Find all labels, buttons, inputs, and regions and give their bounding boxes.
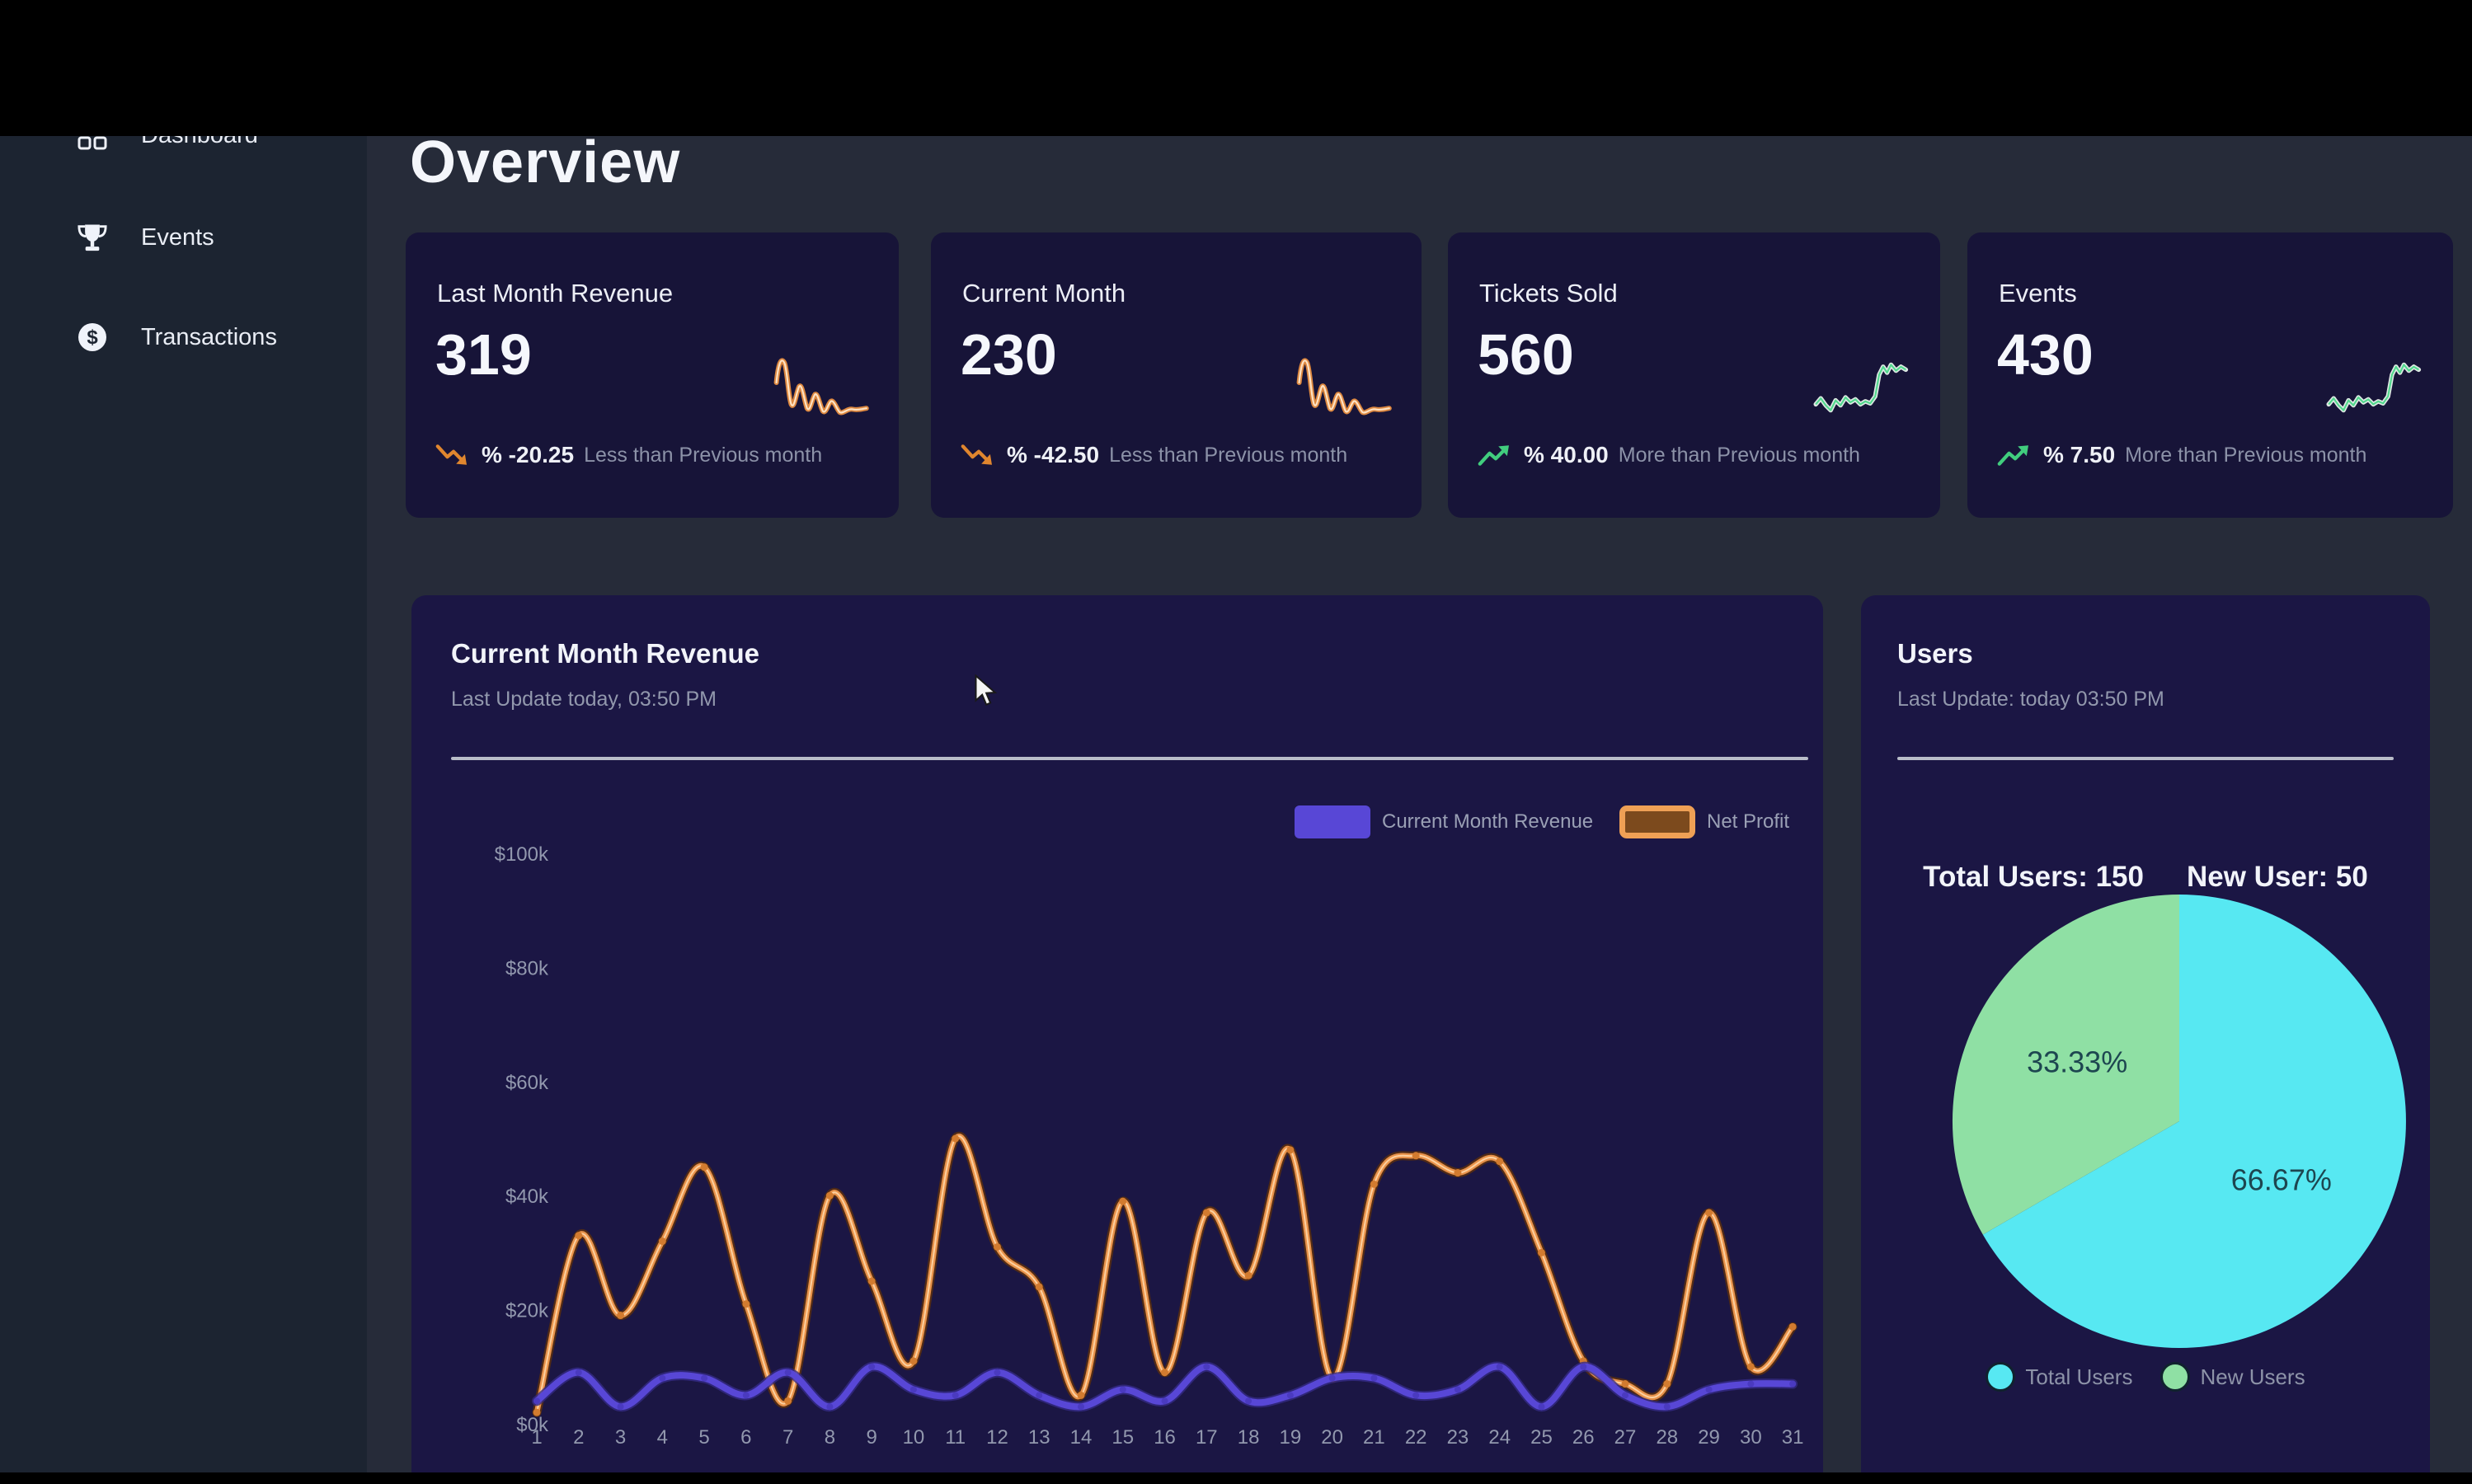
stat-card-value: 560 (1478, 322, 1574, 387)
stat-card-note: Less than Previous month (584, 444, 822, 467)
svg-text:9: 9 (866, 1426, 876, 1449)
svg-text:6: 6 (740, 1426, 751, 1449)
stat-card-percent: % 7.50 (2043, 442, 2115, 468)
stat-card-percent: % -42.50 (1007, 442, 1099, 468)
pie-legend-item-new-users[interactable]: New Users (2160, 1362, 2305, 1392)
svg-text:$100k: $100k (495, 843, 549, 866)
stat-card-note: More than Previous month (1619, 444, 1860, 467)
svg-text:22: 22 (1405, 1426, 1427, 1449)
stat-card-value: 430 (1997, 322, 2094, 387)
trend-down-icon (961, 442, 997, 468)
stat-card-last-month-revenue: Last Month Revenue 319 % -20.25 Less tha… (406, 232, 899, 518)
svg-text:25: 25 (1530, 1426, 1553, 1449)
page-title: Overview (410, 129, 680, 196)
pie-legend: Total Users New Users (1861, 1362, 2430, 1392)
revenue-line-chart: $0k$20k$40k$60k$80k$100k1234567891011121… (411, 595, 1823, 1472)
svg-text:$20k: $20k (505, 1300, 549, 1322)
top-black-bar (0, 0, 2472, 136)
total-users-dot-icon (1986, 1362, 2015, 1392)
stat-card-percent: % 40.00 (1524, 442, 1609, 468)
stat-card-events: Events 430 % 7.50 More than Previous mon… (1967, 232, 2453, 518)
svg-text:20: 20 (1321, 1426, 1343, 1449)
stat-card-title: Last Month Revenue (437, 279, 673, 308)
svg-text:16: 16 (1154, 1426, 1176, 1449)
svg-text:5: 5 (698, 1426, 709, 1449)
svg-text:13: 13 (1028, 1426, 1050, 1449)
trend-down-icon (435, 442, 472, 468)
pie-legend-item-total-users[interactable]: Total Users (1986, 1362, 2132, 1392)
svg-text:2: 2 (573, 1426, 584, 1449)
trend-up-icon (1997, 442, 2033, 468)
svg-text:4: 4 (657, 1426, 668, 1449)
svg-text:8: 8 (825, 1426, 835, 1449)
svg-text:10: 10 (903, 1426, 925, 1449)
stat-card-title: Tickets Sold (1479, 279, 1618, 308)
svg-text:12: 12 (986, 1426, 1008, 1449)
sparkline-down-icon (768, 346, 877, 439)
stat-card-title: Events (1999, 279, 2077, 308)
sparkline-down-icon (1291, 346, 1400, 439)
svg-text:33.33%: 33.33% (2027, 1045, 2127, 1078)
sparkline-up-icon (1810, 346, 1919, 439)
sidebar-item-transactions[interactable]: $ Transactions (0, 311, 367, 364)
stat-card-note: Less than Previous month (1109, 444, 1347, 467)
svg-text:24: 24 (1488, 1426, 1511, 1449)
stat-card-title: Current Month (962, 279, 1126, 308)
dollar-icon: $ (76, 321, 109, 354)
bottom-black-bar (0, 1472, 2472, 1484)
svg-text:1: 1 (531, 1426, 542, 1449)
svg-text:23: 23 (1447, 1426, 1469, 1449)
svg-text:28: 28 (1656, 1426, 1678, 1449)
new-users-dot-icon (2160, 1362, 2190, 1392)
svg-text:30: 30 (1740, 1426, 1762, 1449)
users-pie-chart: 66.67% 33.33% (1861, 595, 2430, 1472)
stat-card-percent: % -20.25 (482, 442, 574, 468)
dashboard-page: Dashboard Events $ Transacti (0, 0, 2472, 1484)
svg-text:15: 15 (1111, 1426, 1134, 1449)
svg-text:27: 27 (1614, 1426, 1637, 1449)
revenue-chart-panel: Current Month Revenue Last Update today,… (411, 595, 1823, 1484)
svg-text:7: 7 (782, 1426, 793, 1449)
svg-text:66.67%: 66.67% (2231, 1163, 2332, 1197)
stat-card-value: 319 (435, 322, 532, 387)
trend-up-icon (1478, 442, 1514, 468)
sidebar-item-label: Events (141, 224, 214, 251)
stat-card-current-month: Current Month 230 % -42.50 Less than Pre… (931, 232, 1422, 518)
sidebar: Dashboard Events $ Transacti (0, 136, 367, 1472)
svg-text:19: 19 (1280, 1426, 1302, 1449)
svg-text:11: 11 (945, 1426, 966, 1449)
svg-text:29: 29 (1698, 1426, 1720, 1449)
mouse-cursor-icon (972, 674, 1000, 707)
pie-legend-label: New Users (2200, 1364, 2305, 1390)
pie-legend-label: Total Users (2025, 1364, 2132, 1390)
svg-text:17: 17 (1196, 1426, 1218, 1449)
trophy-icon (76, 221, 109, 254)
svg-text:26: 26 (1572, 1426, 1595, 1449)
svg-text:21: 21 (1363, 1426, 1385, 1449)
stat-card-note: More than Previous month (2125, 444, 2366, 467)
svg-text:31: 31 (1782, 1426, 1804, 1449)
sparkline-up-icon (2323, 346, 2432, 439)
svg-text:$: $ (87, 326, 98, 349)
stat-card-tickets-sold: Tickets Sold 560 % 40.00 More than Previ… (1448, 232, 1940, 518)
stat-card-value: 230 (961, 322, 1057, 387)
svg-text:3: 3 (615, 1426, 626, 1449)
svg-text:14: 14 (1070, 1426, 1093, 1449)
svg-text:$40k: $40k (505, 1186, 549, 1208)
users-panel: Users Last Update: today 03:50 PM Total … (1861, 595, 2430, 1484)
sidebar-item-label: Transactions (141, 324, 277, 351)
sidebar-item-events[interactable]: Events (0, 211, 367, 264)
svg-text:$60k: $60k (505, 1072, 549, 1094)
svg-text:$80k: $80k (505, 957, 549, 979)
svg-text:18: 18 (1238, 1426, 1260, 1449)
